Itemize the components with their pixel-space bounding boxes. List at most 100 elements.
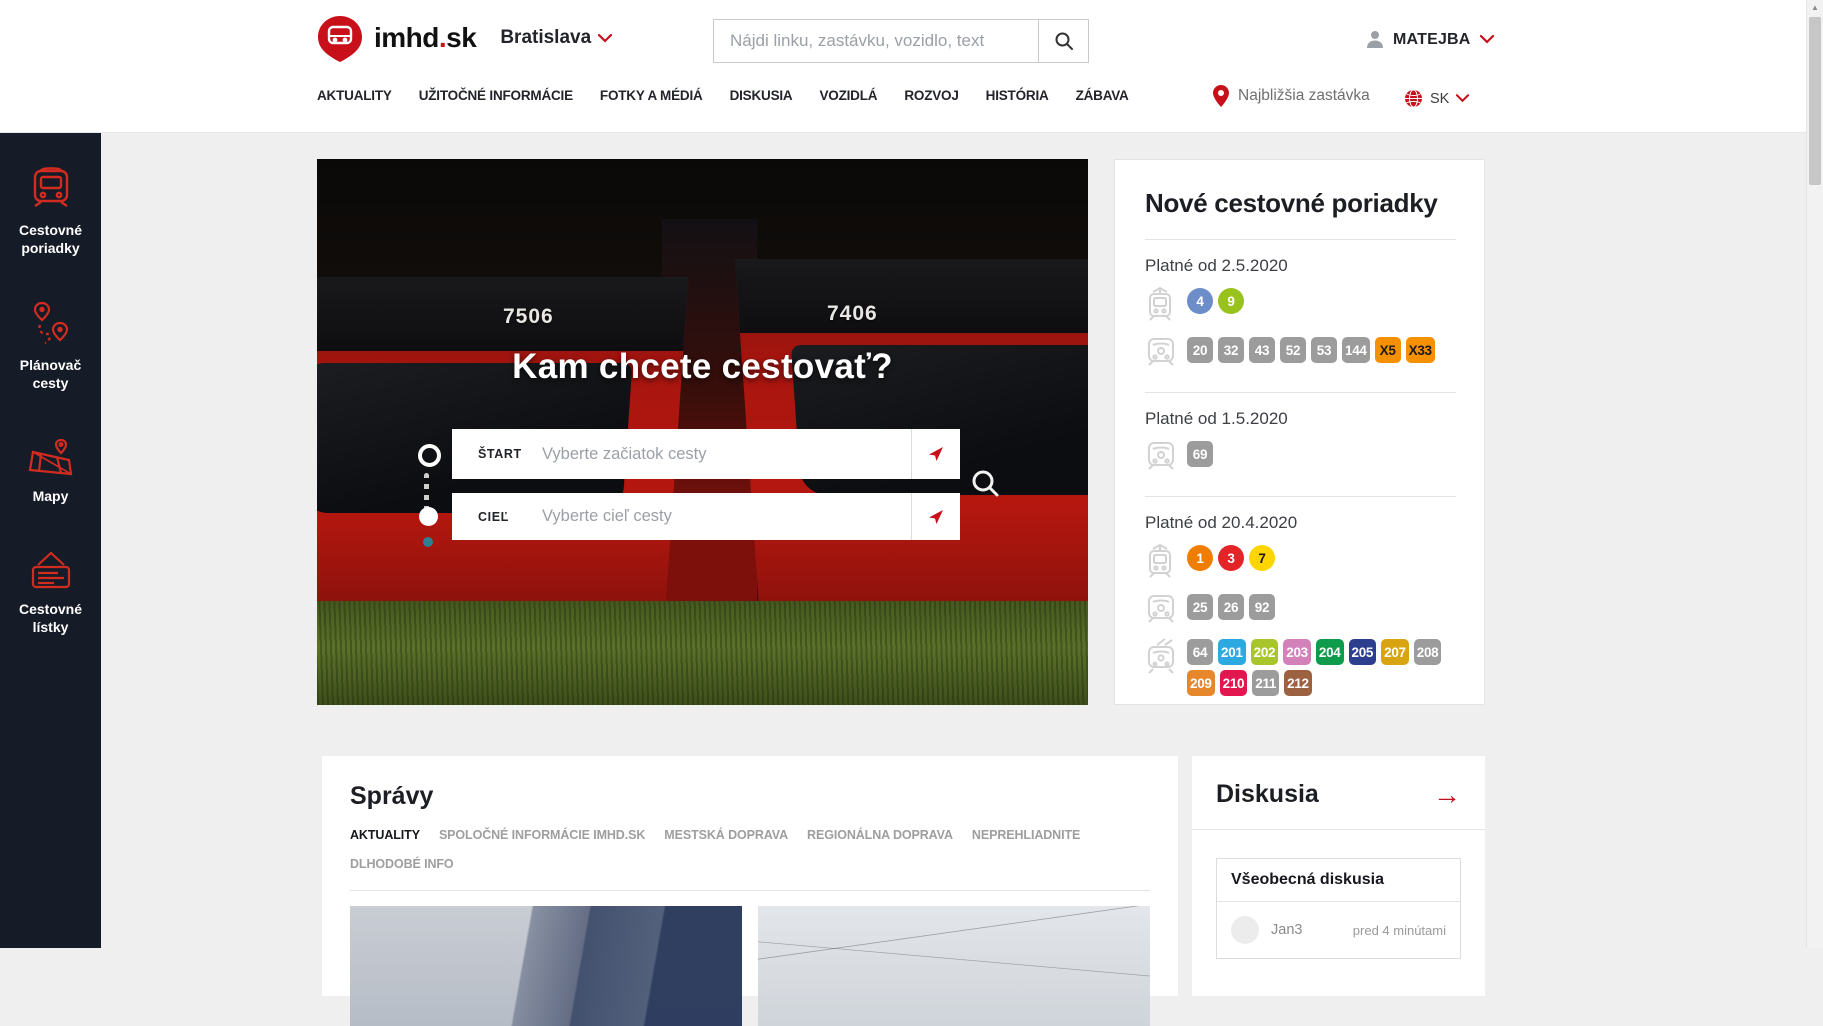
line-badges: 64201202203204205207208 209210211212 [1187,639,1456,696]
sidebar-item-cestovne-listky[interactable]: Cestovné lístky [0,549,101,636]
line-badge[interactable]: 7 [1249,545,1275,571]
destination-input[interactable] [540,506,911,527]
search-input[interactable] [714,20,1038,62]
global-search [713,19,1089,63]
globe-icon [1404,89,1423,108]
discussion-entry[interactable]: Jan3 pred 4 minútami [1217,902,1460,958]
news-tab-aktuality[interactable]: AKTUALITY [350,828,420,842]
line-badge[interactable]: 201 [1218,639,1246,665]
discussion-board-title[interactable]: Všeobecná diskusia [1217,859,1460,902]
line-badge[interactable]: 3 [1218,545,1244,571]
line-badge[interactable]: 211 [1252,670,1279,696]
timetable-row-bus: 252692 [1145,594,1456,629]
language-selector[interactable]: SK [1404,89,1469,108]
brand[interactable]: imhd.sk Bratislava [316,14,612,62]
line-badge[interactable]: 1 [1187,545,1213,571]
start-input[interactable] [540,444,911,465]
line-badge[interactable]: 202 [1251,639,1279,665]
timetable-row-tram: 137 [1145,545,1456,584]
line-badge[interactable]: 4 [1187,288,1213,314]
line-badge[interactable]: X33 [1406,337,1435,363]
news-article-image[interactable] [350,906,742,1026]
nearest-stop-link[interactable]: Najbližšia zastávka [1212,84,1370,108]
discussion-card: Diskusia → Všeobecná diskusia Jan3 pred … [1192,756,1485,996]
user-menu[interactable]: MATEJBA [1366,30,1494,49]
news-tab-region-lna-doprava[interactable]: REGIONÁLNA DOPRAVA [807,828,953,842]
city-selector[interactable]: Bratislava [500,27,612,49]
line-badge[interactable]: 53 [1311,337,1337,363]
timetable-valid-date: Platné od 20.4.2020 [1145,513,1456,533]
news-tab-spolo-n-inform-cie-imhd-sk[interactable]: SPOLOČNÉ INFORMÁCIE IMHD.SK [439,828,645,842]
destination-label: CIEĽ [452,510,540,524]
imhd-logo-icon [316,14,364,62]
news-tabs: AKTUALITY SPOLOČNÉ INFORMÁCIE IMHD.SK MEST… [350,828,1110,871]
discussion-arrow-link[interactable]: → [1433,785,1461,805]
divider [1145,392,1456,393]
nav-item-vozidl-[interactable]: VOZIDLÁ [819,88,877,103]
line-badge[interactable]: 207 [1381,639,1409,665]
timetables-title: Nové cestovné poriadky [1145,188,1456,219]
destination-locate-button[interactable] [912,493,960,540]
ticket-icon [28,549,74,591]
line-badge[interactable]: 144 [1342,337,1370,363]
line-badges: 252692 [1187,594,1456,620]
line-badge[interactable]: 20 [1187,337,1213,363]
line-badge[interactable]: 92 [1249,594,1275,620]
line-badge[interactable]: 52 [1280,337,1306,363]
news-tab-dlhodob-info[interactable]: DLHODOBÉ INFO [350,857,454,871]
nav-item-z-bava[interactable]: ZÁBAVA [1076,88,1129,103]
language-code: SK [1430,91,1449,107]
bus-icon [1145,592,1179,629]
news-article-image[interactable] [758,906,1150,1026]
username: MATEJBA [1393,31,1471,49]
nav-item-hist-ria[interactable]: HISTÓRIA [986,88,1049,103]
line-badge[interactable]: 212 [1284,670,1312,696]
line-badge[interactable]: 26 [1218,594,1244,620]
sidebar-item-mapy[interactable]: Mapy [0,436,101,505]
trolleybus-icon [1145,637,1179,680]
search-button[interactable] [1038,20,1088,62]
nav-item-aktuality[interactable]: AKTUALITY [317,88,392,103]
line-badge[interactable]: 32 [1218,337,1244,363]
avatar [1231,916,1259,944]
line-badge[interactable]: 204 [1316,639,1344,665]
line-badge[interactable]: 208 [1414,639,1442,665]
nav-item-diskusia[interactable]: DISKUSIA [730,88,793,103]
sidebar-item-cestovne-poriadky[interactable]: Cestovné poriadky [0,166,101,257]
news-tab-mestsk-doprava[interactable]: MESTSKÁ DOPRAVA [664,828,788,842]
timetable-valid-date: Platné od 1.5.2020 [1145,409,1456,429]
start-locate-button[interactable] [912,429,960,479]
line-badge[interactable]: 9 [1218,288,1244,314]
sidebar-item-label: Cestovné lístky [19,600,82,636]
line-badge[interactable]: 210 [1220,670,1248,696]
location-dot [423,537,433,547]
line-badge[interactable]: 43 [1249,337,1275,363]
line-badge[interactable]: 203 [1283,639,1311,665]
start-field-row: ŠTART [452,429,960,479]
line-badge[interactable]: 209 [1187,670,1215,696]
nav-item-rozvoj[interactable]: ROZVOJ [904,88,958,103]
line-badge[interactable]: 205 [1349,639,1377,665]
line-badge[interactable]: 25 [1187,594,1213,620]
tram-icon [1145,543,1179,584]
nav-item-fotky-a-m-di-[interactable]: FOTKY A MÉDIÁ [600,88,703,103]
sidebar-item-planovac-cesty[interactable]: Plánovač cesty [0,301,101,392]
news-tab-neprehliadnite[interactable]: NEPREHLIADNITE [972,828,1080,842]
scrollbar-thumb[interactable] [1809,17,1821,185]
line-badge[interactable]: X5 [1375,337,1401,363]
trip-search-button[interactable] [967,465,1003,501]
line-badge[interactable]: 69 [1187,441,1213,467]
logo-text: imhd.sk [374,22,476,54]
timetable-row-trolleybus: 64201202203204205207208 209210211212 [1145,639,1456,696]
chevron-down-icon [1456,94,1469,103]
search-icon [1054,31,1074,51]
line-badges: 2032435253144X5X33 [1187,337,1456,363]
bus-icon [1145,439,1179,476]
header: imhd.sk Bratislava MATEJBA AKTUALITY UŽIT… [0,0,1823,133]
scrollbar[interactable]: ▲ [1806,0,1823,948]
nav-item-u-ito-n-inform-cie[interactable]: UŽITOČNÉ INFORMÁCIE [419,88,573,103]
line-badge[interactable]: 64 [1187,639,1213,665]
route-icon [28,301,74,347]
sidebar: Cestovné poriadky Plánovač cesty Mapy Ce… [0,132,101,948]
scrollbar-up-arrow[interactable]: ▲ [1807,3,1823,12]
